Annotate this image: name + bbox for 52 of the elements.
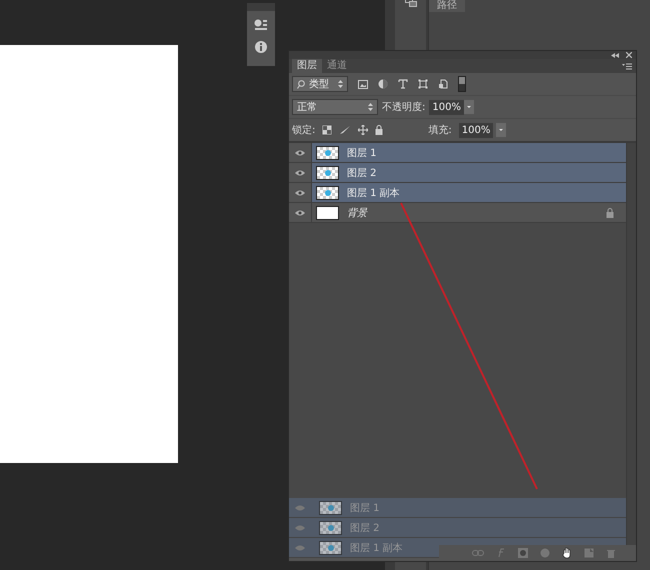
- hand-cursor-icon: [562, 547, 572, 559]
- smart-object-filter-icon[interactable]: [438, 79, 448, 89]
- filter-dropdown[interactable]: 类型: [292, 76, 348, 92]
- paths-tab[interactable]: 路径: [429, 0, 465, 12]
- move-icon[interactable]: [358, 125, 368, 135]
- type-filter-icon[interactable]: [398, 79, 408, 89]
- layer-row[interactable]: 图层 2: [312, 163, 626, 182]
- layer-row[interactable]: 背景: [312, 203, 626, 222]
- fill-field[interactable]: 100%: [458, 122, 494, 138]
- blend-mode-dropdown[interactable]: 正常: [292, 99, 378, 115]
- brush-icon[interactable]: [339, 125, 352, 135]
- close-icon[interactable]: [626, 52, 632, 58]
- panel-tab[interactable]: 图层: [292, 59, 322, 73]
- layer-row[interactable]: 图层 1: [312, 143, 626, 162]
- dragged-layer-preview: 图层 1: [289, 498, 626, 518]
- fill-label: 填充:: [428, 124, 452, 137]
- layer-row[interactable]: 图层 1 副本: [312, 183, 626, 202]
- lock-label: 锁定:: [292, 124, 316, 137]
- lock-icon[interactable]: [375, 125, 384, 135]
- adjustment-filter-icon[interactable]: [378, 79, 388, 89]
- layer-thumbnail: [316, 166, 339, 180]
- eye-icon[interactable]: [295, 190, 305, 196]
- eye-icon[interactable]: [295, 170, 305, 176]
- eye-icon: [295, 504, 305, 510]
- eye-icon[interactable]: [295, 210, 305, 216]
- layer-thumbnail: [316, 186, 339, 200]
- layer-thumbnail: [319, 540, 342, 554]
- layers-icon[interactable]: [404, 0, 416, 7]
- panel-tab[interactable]: 通道: [322, 59, 352, 73]
- dropdown-caret-icon[interactable]: [496, 123, 506, 137]
- eye-icon[interactable]: [295, 150, 305, 156]
- search-icon: [297, 80, 305, 88]
- dragged-layer-preview: 图层 2: [289, 518, 626, 538]
- info-icon[interactable]: [255, 41, 267, 53]
- stepper-icon: [338, 80, 343, 88]
- layer-thumbnail: [319, 500, 342, 514]
- filter-toggle[interactable]: [458, 76, 466, 92]
- layer-thumbnail: [316, 146, 339, 160]
- layer-thumbnail: [316, 206, 339, 220]
- stepper-icon: [368, 103, 373, 111]
- scrollbar[interactable]: [626, 143, 636, 545]
- opacity-label: 不透明度:: [382, 100, 426, 114]
- dropdown-caret-icon[interactable]: [464, 100, 474, 114]
- properties-icon[interactable]: [254, 19, 268, 31]
- layer-thumbnail: [319, 520, 342, 534]
- shape-filter-icon[interactable]: [418, 79, 428, 89]
- image-filter-icon[interactable]: [358, 80, 368, 88]
- eye-icon: [295, 524, 305, 530]
- eye-icon: [295, 544, 305, 550]
- panel-menu-icon[interactable]: [622, 62, 632, 70]
- opacity-field[interactable]: 100%: [429, 100, 464, 114]
- lock-transparency-icon[interactable]: [322, 125, 332, 135]
